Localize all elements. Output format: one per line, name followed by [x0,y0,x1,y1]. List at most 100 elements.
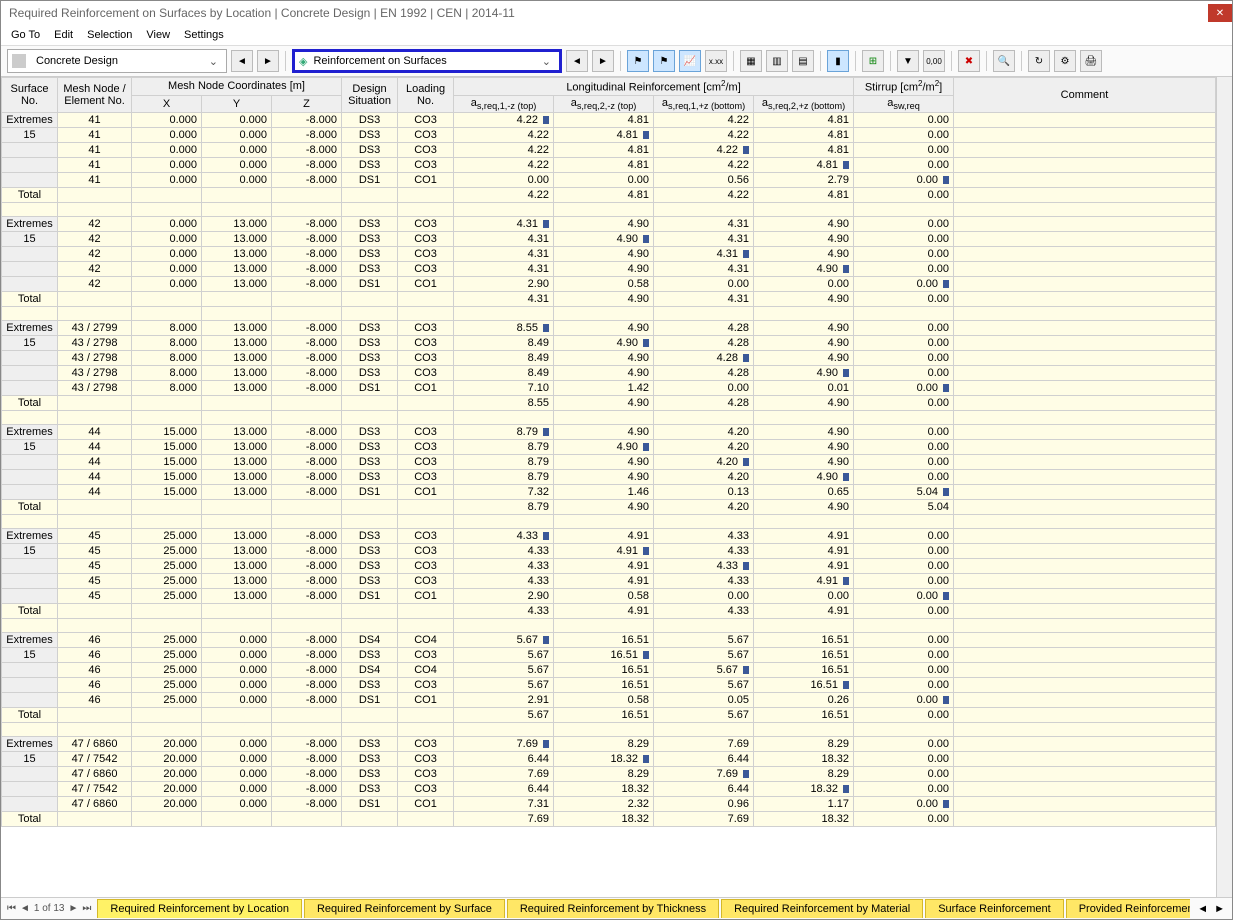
col-surface-no[interactable]: SurfaceNo. [2,78,58,113]
col-asw[interactable]: asw,req [854,95,954,112]
filter-button[interactable]: ▼ [897,50,919,72]
nav-next-button[interactable]: ► [257,50,279,72]
decimal-button[interactable]: 0,00 [923,50,945,72]
table-row[interactable]: 47 / 686020.0000.000-8.000DS1CO17.31 2.3… [2,796,1216,811]
table-row[interactable]: 420.00013.000-8.000DS3CO34.31 4.90 4.31 … [2,246,1216,261]
tab-thickness[interactable]: Required Reinforcement by Thickness [507,899,719,918]
funnel-icon: ▼ [903,56,913,67]
close-button[interactable]: ✕ [1208,4,1232,22]
table-row[interactable]: 43 / 27988.00013.000-8.000DS3CO38.49 4.9… [2,350,1216,365]
filter1-button[interactable]: ⚑ [627,50,649,72]
table-row[interactable]: 154525.00013.000-8.000DS3CO34.33 4.91 4.… [2,543,1216,558]
xxx-button[interactable]: x.xx [705,50,727,72]
layout1-button[interactable]: ▦ [740,50,762,72]
tab-surface[interactable]: Required Reinforcement by Surface [304,899,505,918]
nav-prev-button[interactable]: ◄ [231,50,253,72]
table-row[interactable]: 4525.00013.000-8.000DS1CO12.90 0.58 0.00… [2,588,1216,603]
table-row[interactable]: 410.0000.000-8.000DS1CO10.00 0.00 0.56 2… [2,172,1216,187]
graph-button[interactable]: 📈 [679,50,701,72]
next-page-button[interactable]: ► [69,903,79,914]
tab-provided[interactable]: Provided Reinforcement [1066,899,1191,918]
app-window: Required Reinforcement on Surfaces by Lo… [0,0,1233,920]
table-row[interactable]: Extremes4625.0000.000-8.000DS4CO45.67 16… [2,632,1216,647]
marker-icon [543,636,549,644]
col-as4[interactable]: as,req,2,+z (bottom) [754,95,854,112]
tab-material[interactable]: Required Reinforcement by Material [721,899,923,918]
table-row[interactable]: 1547 / 754220.0000.000-8.000DS3CO36.44 1… [2,751,1216,766]
table-row[interactable]: 154625.0000.000-8.000DS3CO35.67 16.51 5.… [2,647,1216,662]
col-y[interactable]: Y [202,95,272,112]
layout2-button[interactable]: ▥ [766,50,788,72]
table-row[interactable]: 4625.0000.000-8.000DS3CO35.67 16.51 5.67… [2,677,1216,692]
table-row[interactable]: Extremes43 / 27998.00013.000-8.000DS3CO3… [2,320,1216,335]
table-row[interactable]: 420.00013.000-8.000DS3CO34.31 4.90 4.31 … [2,261,1216,276]
color-button[interactable]: ▮ [827,50,849,72]
filter2-button[interactable]: ⚑ [653,50,675,72]
menu-settings[interactable]: Settings [184,29,224,41]
col-stirrup[interactable]: Stirrup [cm2/m2] [854,78,954,96]
nav-next2-button[interactable]: ► [592,50,614,72]
design-combo[interactable]: Concrete Design ⌄ [7,49,227,73]
refresh-button[interactable]: ↻ [1028,50,1050,72]
table-row[interactable]: Extremes410.0000.000-8.000DS3CO34.22 4.8… [2,112,1216,127]
tab-scroll-left[interactable]: ◄ [1194,903,1211,915]
table-row[interactable]: 154415.00013.000-8.000DS3CO38.79 4.90 4.… [2,439,1216,454]
menu-edit[interactable]: Edit [54,29,73,41]
data-grid[interactable]: SurfaceNo. Mesh Node /Element No. Mesh N… [1,77,1216,897]
first-page-button[interactable]: ⏮ [7,903,16,914]
search-button[interactable]: 🔍 [993,50,1015,72]
page-nav: ⏮ ◄ 1 of 13 ► ⏭ [1,903,97,914]
menu-goto[interactable]: Go To [11,29,40,41]
table-row[interactable]: 420.00013.000-8.000DS1CO12.90 0.58 0.00 … [2,276,1216,291]
table-row[interactable]: Extremes47 / 686020.0000.000-8.000DS3CO3… [2,736,1216,751]
table-row[interactable]: 4525.00013.000-8.000DS3CO34.33 4.91 4.33… [2,573,1216,588]
table-row[interactable]: Extremes4525.00013.000-8.000DS3CO34.33 4… [2,528,1216,543]
table-row[interactable]: 47 / 686020.0000.000-8.000DS3CO37.69 8.2… [2,766,1216,781]
col-z[interactable]: Z [272,95,342,112]
col-coords[interactable]: Mesh Node Coordinates [m] [132,78,342,96]
table-row[interactable]: Extremes4415.00013.000-8.000DS3CO38.79 4… [2,424,1216,439]
excel-button[interactable]: ⊞ [862,50,884,72]
col-as2[interactable]: as,req,2,-z (top) [554,95,654,112]
settings-button[interactable]: ⚙ [1054,50,1076,72]
col-mesh-node[interactable]: Mesh Node /Element No. [58,78,132,113]
table-row[interactable]: 410.0000.000-8.000DS3CO34.22 4.81 4.22 4… [2,157,1216,172]
blank-row [2,202,1216,216]
table-row[interactable]: 4415.00013.000-8.000DS1CO17.32 1.46 0.13… [2,484,1216,499]
table-row[interactable]: 4415.00013.000-8.000DS3CO38.79 4.90 4.20… [2,454,1216,469]
table-row[interactable]: 43 / 27988.00013.000-8.000DS3CO38.49 4.9… [2,365,1216,380]
tab-scroll-right[interactable]: ► [1211,903,1228,915]
col-as1[interactable]: as,req,1,-z (top) [454,95,554,112]
table-row[interactable]: 4625.0000.000-8.000DS4CO45.67 16.51 5.67… [2,662,1216,677]
table-row[interactable]: 15420.00013.000-8.000DS3CO34.31 4.90 4.3… [2,231,1216,246]
table-row[interactable]: 410.0000.000-8.000DS3CO34.22 4.81 4.22 4… [2,142,1216,157]
tab-location[interactable]: Required Reinforcement by Location [97,899,302,918]
table-row[interactable]: 15410.0000.000-8.000DS3CO34.22 4.81 4.22… [2,127,1216,142]
table-row[interactable]: 47 / 754220.0000.000-8.000DS3CO36.44 18.… [2,781,1216,796]
col-as3[interactable]: as,req,1,+z (bottom) [654,95,754,112]
col-loading-no[interactable]: LoadingNo. [398,78,454,113]
table-row[interactable]: 1543 / 27988.00013.000-8.000DS3CO38.49 4… [2,335,1216,350]
table-row[interactable]: Extremes420.00013.000-8.000DS3CO34.31 4.… [2,216,1216,231]
layout3-button[interactable]: ▤ [792,50,814,72]
nav-prev2-button[interactable]: ◄ [566,50,588,72]
print-button[interactable]: 🖨 [1080,50,1102,72]
marker-icon [743,770,749,778]
reinforcement-combo[interactable]: ◈Reinforcement on Surfaces ⌄ [292,49,562,73]
vertical-scrollbar[interactable] [1216,77,1232,897]
menu-view[interactable]: View [146,29,170,41]
prev-page-button[interactable]: ◄ [20,903,30,914]
col-x[interactable]: X [132,95,202,112]
design-icon [12,54,26,68]
col-design-sit[interactable]: DesignSituation [342,78,398,113]
table-row[interactable]: 4415.00013.000-8.000DS3CO38.79 4.90 4.20… [2,469,1216,484]
col-comment[interactable]: Comment [954,78,1216,113]
menu-selection[interactable]: Selection [87,29,132,41]
last-page-button[interactable]: ⏭ [82,903,91,914]
col-long-reinf[interactable]: Longitudinal Reinforcement [cm2/m] [454,78,854,96]
tab-surface-reinf[interactable]: Surface Reinforcement [925,899,1064,918]
delete-button[interactable]: ✖ [958,50,980,72]
table-row[interactable]: 43 / 27988.00013.000-8.000DS1CO17.10 1.4… [2,380,1216,395]
table-row[interactable]: 4525.00013.000-8.000DS3CO34.33 4.91 4.33… [2,558,1216,573]
table-row[interactable]: 4625.0000.000-8.000DS1CO12.91 0.58 0.05 … [2,692,1216,707]
